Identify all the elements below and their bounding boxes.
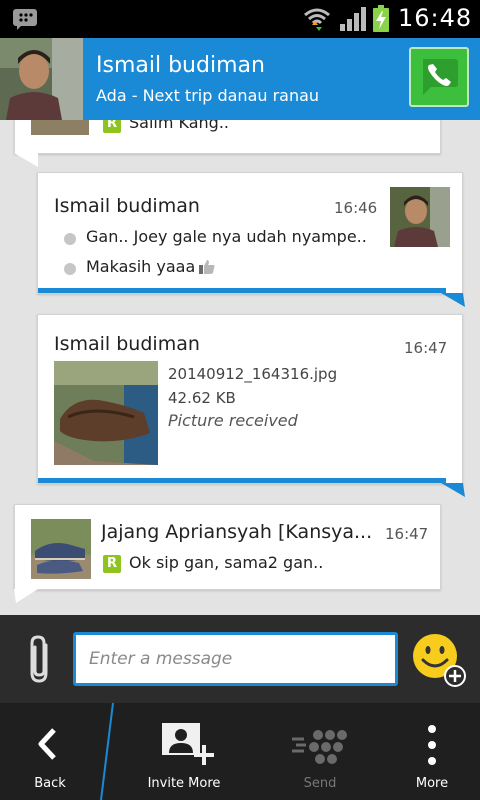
invite-contact-icon	[162, 723, 214, 765]
message-bubble[interactable]: Jajang Apriansyah [Kansya... 16:47 R Ok …	[14, 504, 441, 590]
message-time: 16:46	[334, 199, 378, 217]
file-size: 42.62 KB	[168, 389, 236, 407]
signal-icon	[340, 7, 366, 31]
wifi-icon	[304, 8, 330, 31]
sender-avatar[interactable]	[390, 187, 450, 247]
contact-name: Ismail budiman	[96, 53, 265, 78]
sender-avatar	[31, 120, 89, 135]
message-time: 16:47	[385, 525, 429, 543]
battery-charging-icon	[373, 5, 389, 32]
contact-status: Ada - Next trip danau ranau	[96, 86, 320, 105]
bubble-accent-bar	[38, 478, 446, 483]
sender-avatar[interactable]	[31, 519, 91, 579]
emoticon-icon[interactable]	[411, 632, 467, 688]
bubble-accent-bar	[38, 288, 446, 293]
chat-header[interactable]: Ismail budiman Ada - Next trip danau ran…	[0, 38, 480, 120]
bottom-action-bar: Back Invite More Send More	[0, 703, 480, 800]
attachment-icon[interactable]	[24, 633, 58, 685]
bubble-tail	[14, 589, 38, 603]
bbm-send-icon	[292, 730, 347, 764]
message-text: Ok sip gan, sama2 gan..	[129, 553, 324, 572]
clock: 16:48	[398, 4, 473, 32]
message-bubble[interactable]: Ismail budiman 16:46 Gan.. Joey gale nya…	[37, 172, 463, 294]
picture-thumbnail[interactable]	[54, 361, 158, 465]
message-text: Gan.. Joey gale nya udah nyampe..	[86, 227, 367, 246]
message-list[interactable]: R Salim Kang.. Ismail budiman 16:46 Gan.…	[0, 120, 480, 615]
bubble-tail	[14, 153, 38, 167]
read-receipt-icon: R	[103, 120, 121, 133]
phone-icon	[423, 59, 458, 95]
sender-name: Jajang Apriansyah [Kansya...	[101, 521, 373, 543]
file-name: 20140912_164316.jpg	[168, 365, 338, 383]
more-button[interactable]: More	[384, 703, 480, 800]
contact-photo	[0, 38, 83, 120]
send-button[interactable]: Send	[270, 703, 370, 800]
bubble-tail	[441, 483, 465, 497]
contact-avatar[interactable]	[0, 38, 83, 120]
bbm-notification-icon	[13, 9, 37, 30]
sender-name: Ismail budiman	[54, 333, 200, 355]
message-text: Salim Kang..	[129, 120, 230, 132]
nav-divider	[100, 703, 114, 800]
message-input[interactable]	[73, 632, 398, 686]
status-bar: 16:48	[0, 0, 480, 38]
invite-more-label: Invite More	[147, 776, 221, 791]
more-label: More	[415, 776, 449, 791]
message-text: Makasih yaaa	[86, 257, 196, 276]
message-bubble[interactable]: Ismail budiman 16:47 20140912_164316.jpg…	[37, 314, 463, 484]
invite-more-button[interactable]: Invite More	[134, 703, 234, 800]
thumbs-up-icon	[199, 260, 215, 274]
sender-name: Ismail budiman	[54, 195, 200, 217]
file-status: Picture received	[168, 411, 298, 430]
message-dot	[64, 263, 76, 275]
message-composer	[0, 615, 480, 703]
more-dots-icon	[428, 725, 436, 765]
bubble-tail	[441, 293, 465, 307]
bbm-chat-screen: 16:48 Ismail budiman Ada - Next trip dan…	[0, 0, 480, 800]
message-time: 16:47	[404, 339, 448, 357]
back-label: Back	[34, 776, 66, 791]
read-receipt-icon: R	[103, 555, 121, 573]
send-label: Send	[303, 776, 337, 791]
back-button[interactable]: Back	[0, 703, 100, 800]
message-dot	[64, 233, 76, 245]
back-arrow-icon	[38, 728, 56, 760]
message-bubble[interactable]: R Salim Kang..	[14, 120, 441, 154]
voice-call-button[interactable]	[409, 47, 469, 107]
